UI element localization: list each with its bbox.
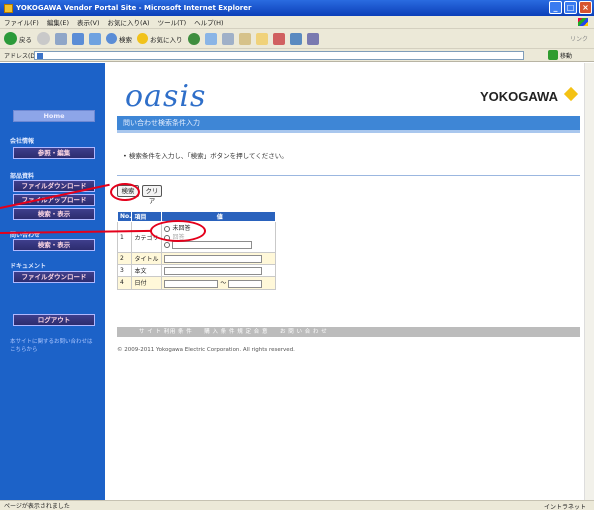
title-input[interactable] [164, 254, 263, 263]
home-button[interactable]: Home [13, 110, 95, 122]
col-no: No. [116, 211, 133, 222]
yokogawa-diamond-icon [563, 86, 579, 102]
folder-icon[interactable] [255, 32, 268, 45]
page-title: 問い合わせ検索条件入力 [117, 116, 580, 130]
links-label[interactable]: リンク [570, 34, 588, 43]
favorites-button[interactable]: お気に入り [137, 33, 183, 44]
menu-file[interactable]: ファイル(F) [4, 17, 39, 27]
back-arrow-icon [4, 32, 17, 45]
edit-icon[interactable] [238, 32, 251, 45]
logout-button[interactable]: ログアウト [13, 314, 95, 326]
messenger-icon[interactable] [272, 32, 285, 45]
table-row: 2 タイトル [116, 252, 276, 265]
oasis-logo: oasis [125, 79, 207, 114]
row-no: 2 [116, 252, 133, 265]
menu-favorites[interactable]: お気に入り(A) [108, 17, 150, 27]
go-button[interactable]: 移動 [548, 50, 572, 60]
vertical-scrollbar[interactable] [584, 63, 594, 500]
page-icon [37, 53, 43, 59]
go-arrow-icon [548, 50, 558, 60]
stop-icon[interactable] [55, 32, 67, 45]
footer-links[interactable]: サ イ ト 利用 条 件 購 入 条 件 規 定 合 意 お 問 い 合 わ せ [117, 327, 580, 337]
row-no: 4 [116, 276, 133, 290]
menu-tools[interactable]: ツール(T) [158, 17, 187, 27]
favorites-label: お気に入り [150, 35, 183, 44]
category-select[interactable] [172, 241, 253, 249]
inquiry-search-view-button[interactable]: 検索・表示 [13, 239, 95, 251]
section-parts: 部品資料 [10, 173, 35, 180]
forward-arrow-icon[interactable] [37, 32, 50, 45]
minimize-button[interactable]: _ [549, 1, 562, 14]
docs-download-button[interactable]: ファイルダウンロード [13, 271, 95, 283]
col-item: 項目 [131, 211, 163, 222]
parts-search-view-button[interactable]: 検索・表示 [13, 208, 95, 220]
callout-ellipse-search [110, 183, 140, 201]
status-bar: ページが表示されました イントラネット [0, 500, 594, 510]
copyright: © 2009-2011 Yokogawa Electric Corporatio… [117, 347, 295, 353]
status-text: ページが表示されました [4, 503, 70, 510]
row-label-date: 日付 [131, 276, 163, 290]
go-label: 移動 [560, 52, 573, 60]
back-label: 戻る [19, 35, 32, 44]
address-label: アドレス(D) [4, 52, 38, 60]
search-label: 検索 [119, 35, 132, 44]
menu-edit[interactable]: 編集(E) [47, 17, 69, 27]
security-zone: イントラネット [543, 504, 586, 510]
mail-icon[interactable] [204, 32, 217, 45]
table-header-row: No. 項目 値 [116, 211, 276, 222]
date-to-input[interactable] [228, 279, 263, 288]
maximize-button[interactable]: □ [564, 1, 577, 14]
contact-note-link[interactable]: 本サイトに関するお問い合わせはこちらから [10, 338, 95, 354]
menu-bar: ファイル(F) 編集(E) 表示(V) お気に入り(A) ツール(T) ヘルプ(… [0, 16, 594, 29]
row-label-title: タイトル [131, 252, 163, 265]
address-bar: アドレス(D) 移動 [0, 49, 594, 62]
home-icon[interactable] [89, 32, 101, 45]
refresh-icon[interactable] [72, 32, 84, 45]
radio-select-category[interactable] [164, 242, 171, 248]
close-button[interactable]: × [579, 1, 592, 14]
row-label-body: 本文 [131, 264, 163, 277]
menu-help[interactable]: ヘルプ(H) [194, 17, 223, 27]
back-button[interactable]: 戻る [4, 32, 32, 45]
tools-icon[interactable] [289, 32, 302, 45]
history-icon[interactable] [187, 32, 200, 45]
date-from-input[interactable] [164, 279, 219, 288]
row-no: 1 [116, 221, 133, 253]
company-view-edit-button[interactable]: 参照・編集 [13, 147, 95, 159]
divider [117, 175, 580, 176]
instruction-text: • 検索条件を入力し、「検索」ボタンを押してください。 [123, 152, 288, 160]
browser-toolbar: 戻る 検索 お気に入り リンク [0, 29, 594, 49]
sidebar: Home 会社情報 参照・編集 部品資料 ファイルダウンロード ファイルアップロ… [0, 63, 105, 500]
search-button[interactable]: 検索 [106, 33, 132, 44]
windows-flag-icon [578, 18, 588, 26]
search-icon [106, 33, 117, 44]
print-icon[interactable] [221, 32, 234, 45]
date-range-separator: 〜 [220, 280, 227, 287]
title-underline [117, 130, 580, 133]
main-content: oasis YOKOGAWA 問い合わせ検索条件入力 • 検索条件を入力し、「検… [105, 63, 584, 500]
section-documents: ドキュメント [10, 263, 47, 270]
yokogawa-brand: YOKOGAWA [479, 89, 558, 104]
menu-view[interactable]: 表示(V) [77, 17, 100, 27]
ie-icon [4, 3, 13, 13]
window-controls: _ □ × [549, 1, 592, 14]
table-row: 3 本文 [116, 264, 276, 277]
section-company: 会社情報 [10, 138, 35, 145]
clear-button[interactable]: クリア [142, 185, 162, 205]
window-title: YOKOGAWA Vendor Portal Site - Microsoft … [16, 4, 252, 12]
address-input[interactable] [34, 51, 524, 60]
window-titlebar: YOKOGAWA Vendor Portal Site - Microsoft … [0, 0, 594, 16]
star-icon [137, 33, 148, 44]
body-input[interactable] [164, 266, 263, 275]
callout-ellipse-unanswered [150, 220, 206, 242]
table-row: 4 日付 〜 [116, 276, 276, 290]
research-icon[interactable] [306, 32, 319, 45]
row-no: 3 [116, 264, 133, 277]
